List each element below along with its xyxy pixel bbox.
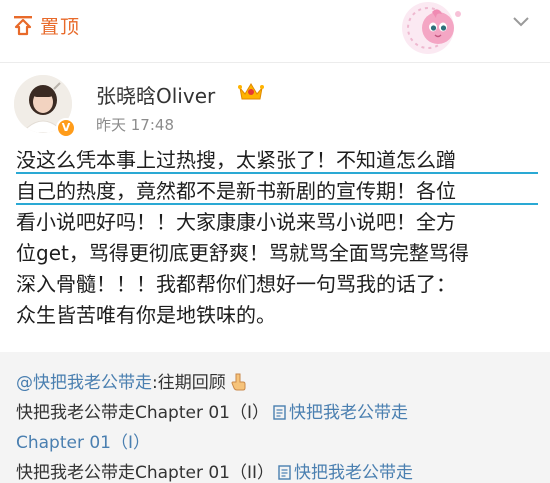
- top-bar: 置顶: [0, 0, 550, 56]
- jigglypuff-decoration-icon: [398, 0, 472, 56]
- quote-row: 快把我老公带走Chapter 01（II） 快把我老公带走: [16, 458, 413, 483]
- post-time: 昨天 17:48: [96, 116, 174, 134]
- author-name[interactable]: 张晓晗Oliver: [96, 80, 215, 109]
- post-text-line: 位get，骂得更彻底更舒爽！骂就骂全面骂完整骂得: [16, 241, 469, 265]
- pointing-hand-icon: [231, 373, 247, 391]
- pin-icon: [12, 14, 34, 36]
- verified-badge-icon: V: [56, 118, 76, 138]
- post-text-line: 众生皆苦唯有你是地铁味的。: [16, 303, 276, 327]
- quote-row: 快把我老公带走Chapter 01（I） 快把我老公带走: [16, 398, 408, 423]
- post-body: 没这么凭本事上过热搜，太紧张了！不知道怎么蹭 自己的热度，竟然都不是新书新剧的宣…: [16, 145, 538, 331]
- chapter-text: 快把我老公带走Chapter 01（II）: [16, 463, 275, 483]
- crown-icon: [238, 80, 264, 102]
- post-text-line: 深入骨髓！！！我都帮你们想好一句骂我的话了：: [16, 272, 456, 296]
- chevron-down-icon[interactable]: [509, 10, 533, 34]
- divider: [0, 62, 550, 63]
- chapter-text: 快把我老公带走Chapter 01（I）: [16, 403, 270, 423]
- repost-block[interactable]: @快把我老公带走:往期回顾 快把我老公带走Chapter 01（I） 快把我老公带…: [0, 352, 550, 483]
- article-link[interactable]: 快把我老公带走: [289, 403, 408, 423]
- post-text-line: 看小说吧好吗！！大家康康小说来骂小说吧！全方: [16, 210, 456, 234]
- post-text-line: 没这么凭本事上过热搜，太紧张了！不知道怎么蹭: [16, 145, 538, 176]
- post-text-line: 自己的热度，竟然都不是新书新剧的宣传期！各位: [16, 176, 538, 207]
- mention-link[interactable]: @快把我老公带走: [16, 373, 152, 393]
- mention-suffix: :往期回顾: [152, 373, 226, 393]
- document-icon: [273, 405, 286, 420]
- pin-label: 置顶: [40, 15, 81, 38]
- pinned-indicator: 置顶: [12, 12, 80, 38]
- article-link-continued[interactable]: Chapter 01（I）: [16, 428, 150, 453]
- quote-row: @快把我老公带走:往期回顾: [16, 368, 247, 393]
- article-link[interactable]: 快把我老公带走: [294, 463, 413, 483]
- document-icon: [278, 465, 291, 480]
